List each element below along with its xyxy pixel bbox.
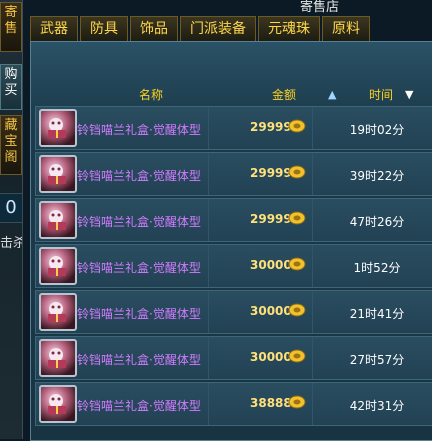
column-divider [312, 291, 313, 333]
tab-weapons[interactable]: 武器 [30, 16, 78, 41]
column-divider [208, 383, 209, 425]
buy-button[interactable]: 购买 [0, 64, 22, 110]
header-time[interactable]: 时间 [369, 86, 393, 103]
column-divider [312, 153, 313, 195]
column-divider [208, 199, 209, 241]
category-tabs: 武器 防具 饰品 门派装备 元魂珠 原料 [30, 16, 432, 42]
tab-materials[interactable]: 原料 [322, 16, 370, 41]
column-divider [208, 291, 209, 333]
item-name: 铃铛喵兰礼盒·觉醒体型 [77, 307, 201, 321]
item-time: 27时57分 [349, 353, 405, 367]
item-time: 19时02分 [349, 123, 405, 137]
table-row[interactable]: 铃铛喵兰礼盒·觉醒体型 30000 21时41分 [35, 290, 432, 334]
sort-up-icon[interactable]: ▲ [328, 88, 336, 101]
consign-button[interactable]: 寄售 [0, 2, 22, 52]
item-time: 47时26分 [349, 215, 405, 229]
item-name: 铃铛喵兰礼盒·觉醒体型 [77, 353, 201, 367]
coin-icon [288, 211, 306, 225]
item-name: 铃铛喵兰礼盒·觉醒体型 [77, 215, 201, 229]
item-time: 1时52分 [353, 261, 401, 275]
column-divider [208, 107, 209, 149]
treasure-pavilion-label: 藏宝阁 [4, 118, 18, 165]
item-price: 29999 [250, 120, 292, 134]
left-counter: 0 [0, 193, 22, 223]
column-divider [208, 245, 209, 287]
listing-panel: 名称 金额 ▲ 时间 ▼ 铃铛喵兰礼盒·觉醒体型 29999 19时02分 铃铛… [30, 41, 432, 441]
item-name: 铃铛喵兰礼盒·觉醒体型 [77, 169, 201, 183]
gift-box-icon[interactable] [39, 247, 77, 285]
sort-down-icon[interactable]: ▼ [405, 88, 413, 101]
table-row[interactable]: 铃铛喵兰礼盒·觉醒体型 30000 1时52分 [35, 244, 432, 288]
coin-icon [288, 119, 306, 133]
gift-box-icon[interactable] [39, 109, 77, 147]
item-price: 30000 [250, 304, 292, 318]
item-name: 铃铛喵兰礼盒·觉醒体型 [77, 123, 201, 137]
item-name: 铃铛喵兰礼盒·觉醒体型 [77, 399, 201, 413]
column-divider [312, 337, 313, 379]
item-name: 铃铛喵兰礼盒·觉醒体型 [77, 261, 201, 275]
gift-box-icon[interactable] [39, 155, 77, 193]
item-time: 42时31分 [349, 399, 405, 413]
column-divider [208, 153, 209, 195]
item-price: 29999 [250, 212, 292, 226]
item-time: 39时22分 [349, 169, 405, 183]
column-divider [312, 107, 313, 149]
header-price[interactable]: 金额 [272, 86, 296, 103]
tab-soul-orb[interactable]: 元魂珠 [258, 16, 320, 41]
coin-icon [288, 303, 306, 317]
table-row[interactable]: 铃铛喵兰礼盒·觉醒体型 38888 42时31分 [35, 382, 432, 426]
treasure-pavilion-button[interactable]: 藏宝阁 [0, 115, 22, 175]
table-row[interactable]: 铃铛喵兰礼盒·觉醒体型 30000 27时57分 [35, 336, 432, 380]
column-divider [312, 199, 313, 241]
item-price: 29999 [250, 166, 292, 180]
table-row[interactable]: 铃铛喵兰礼盒·觉醒体型 29999 47时26分 [35, 198, 432, 242]
consign-button-label: 寄售 [4, 5, 18, 36]
table-row[interactable]: 铃铛喵兰礼盒·觉醒体型 29999 19时02分 [35, 106, 432, 150]
column-divider [312, 383, 313, 425]
item-time: 21时41分 [349, 307, 405, 321]
item-price: 38888 [250, 396, 292, 410]
header-name[interactable]: 名称 [139, 86, 163, 103]
coin-icon [288, 349, 306, 363]
column-divider [312, 245, 313, 287]
tab-armor[interactable]: 防具 [80, 16, 128, 41]
left-partial-text: 击杀 [0, 236, 22, 251]
item-price: 30000 [250, 350, 292, 364]
column-divider [208, 337, 209, 379]
coin-icon [288, 395, 306, 409]
gift-box-icon[interactable] [39, 385, 77, 423]
table-row[interactable]: 铃铛喵兰礼盒·觉醒体型 29999 39时22分 [35, 152, 432, 196]
window-title: 寄售店 [300, 0, 340, 15]
tab-accessories[interactable]: 饰品 [130, 16, 178, 41]
buy-button-label: 购买 [4, 67, 18, 98]
gift-box-icon[interactable] [39, 201, 77, 239]
coin-icon [288, 257, 306, 271]
tab-sect-equipment[interactable]: 门派装备 [180, 16, 256, 41]
table-header: 名称 金额 ▲ 时间 ▼ [35, 86, 432, 104]
gift-box-icon[interactable] [39, 293, 77, 331]
item-price: 30000 [250, 258, 292, 272]
gift-box-icon[interactable] [39, 339, 77, 377]
left-sidebar: 寄售 购买 藏宝阁 0 击杀 [0, 0, 23, 439]
coin-icon [288, 165, 306, 179]
